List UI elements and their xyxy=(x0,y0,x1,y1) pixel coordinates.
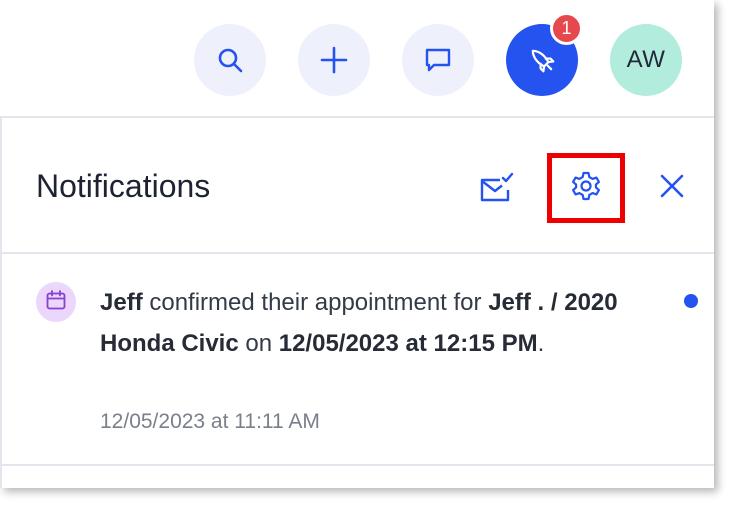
search-button[interactable] xyxy=(194,24,266,96)
top-toolbar: 1 AW xyxy=(0,0,714,116)
calendar-icon-badge xyxy=(36,282,76,322)
chat-icon xyxy=(423,45,453,75)
unread-indicator xyxy=(684,294,698,308)
mark-read-icon xyxy=(478,170,514,211)
notification-actor: Jeff xyxy=(100,289,143,316)
notification-settings-button[interactable] xyxy=(547,153,625,223)
panel-title: Notifications xyxy=(36,168,211,204)
search-icon xyxy=(216,46,244,74)
user-avatar[interactable]: AW xyxy=(610,24,682,96)
notification-datetime: 12/05/2023 at 12:15 PM xyxy=(278,330,538,357)
notification-action-text: confirmed their appointment for xyxy=(142,289,489,316)
gear-icon xyxy=(570,170,602,207)
close-panel-button[interactable] xyxy=(654,170,690,206)
notification-message: Jeff confirmed their appointment for Jef… xyxy=(100,282,660,364)
notification-end-text: . xyxy=(537,330,545,357)
messages-button[interactable] xyxy=(402,24,474,96)
calendar-icon xyxy=(45,289,67,316)
notifications-panel: Notifications Jeff confirmed their appoi… xyxy=(0,116,714,488)
notification-timestamp: 12/05/2023 at 11:11 AM xyxy=(100,410,320,433)
close-icon xyxy=(658,172,686,205)
notifications-window: 1 AW Notifications Jeff confirmed their … xyxy=(0,0,714,488)
rocket-icon xyxy=(526,44,558,76)
notification-count-badge: 1 xyxy=(550,12,583,45)
panel-header: Notifications xyxy=(2,118,714,254)
plus-icon xyxy=(319,45,349,75)
notification-on-text: on xyxy=(238,330,279,357)
mark-all-read-button[interactable] xyxy=(476,170,516,210)
add-button[interactable] xyxy=(298,24,370,96)
